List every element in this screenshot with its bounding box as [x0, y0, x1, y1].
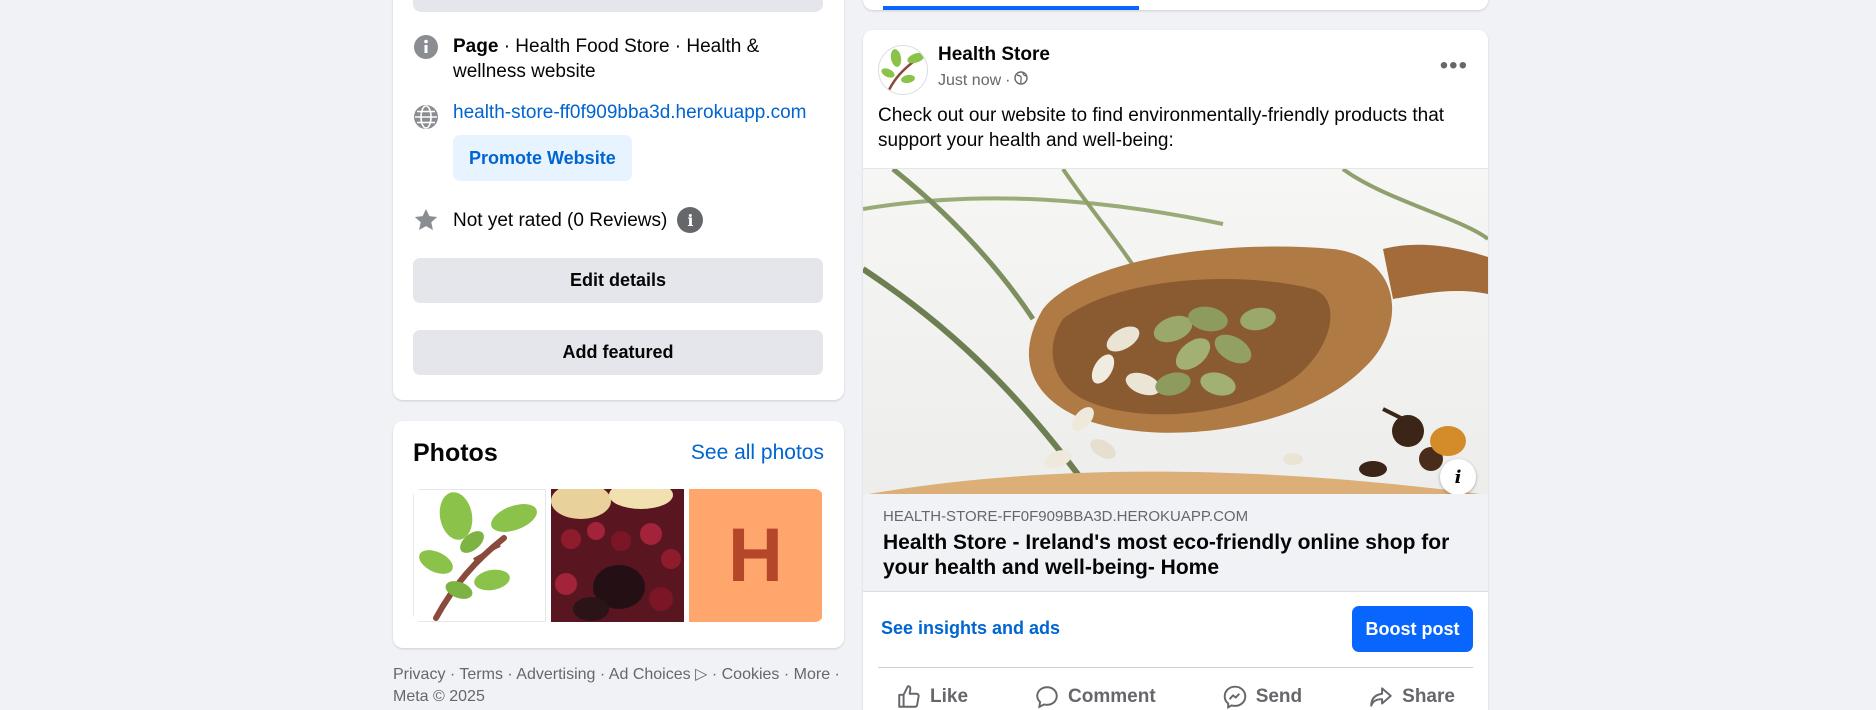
website-link[interactable]: health-store-ff0f909bba3d.herokuapp.com: [453, 100, 807, 125]
post-author[interactable]: Health Store: [938, 44, 1050, 66]
post-time[interactable]: Just now: [938, 72, 1001, 90]
comment-label: Comment: [1068, 686, 1156, 707]
boost-post-button[interactable]: Boost post: [1352, 606, 1473, 652]
footer-link-privacy[interactable]: Privacy: [393, 666, 445, 683]
see-insights-link[interactable]: See insights and ads: [881, 618, 1060, 639]
share-label: Share: [1402, 686, 1455, 707]
link-domain: HEALTH-STORE-FF0F909BBA3D.HEROKUAPP.COM: [883, 508, 1249, 525]
photo-thumb-dried-fruit[interactable]: [551, 489, 684, 622]
category-text: Page · Health Food Store · Health & well…: [453, 36, 760, 82]
rating-info-icon[interactable]: i: [677, 207, 704, 233]
post-meta: Just now ·: [938, 71, 1029, 90]
link-title[interactable]: Health Store - Ireland's most eco-friend…: [883, 530, 1463, 580]
send-button[interactable]: Send: [1222, 677, 1302, 710]
website-row: health-store-ff0f909bba3d.herokuapp.com: [413, 100, 823, 130]
intro-top-button-stub[interactable]: [413, 0, 823, 12]
photo-grid: H: [413, 489, 823, 622]
tab-strip-card: [863, 0, 1488, 10]
comment-button[interactable]: Comment: [1034, 677, 1156, 710]
like-label: Like: [930, 686, 969, 707]
post-card: Health Store Just now · ••• Check out ou…: [863, 30, 1488, 710]
share-icon: [1370, 687, 1392, 707]
see-all-photos-link[interactable]: See all photos: [691, 441, 824, 465]
actions-divider: [878, 667, 1473, 668]
post-actions: Like Comment Send Share: [863, 677, 1488, 710]
photo-thumb-leaf-logo[interactable]: [413, 489, 546, 622]
promote-website-button[interactable]: Promote Website: [453, 135, 632, 181]
author-avatar[interactable]: [878, 45, 928, 95]
rating-text: Not yet rated (0 Reviews): [453, 209, 668, 231]
meta-separator: ·: [1005, 71, 1011, 89]
photo-thumb-letter-h[interactable]: H: [689, 489, 822, 622]
ad-choices-icon: ▷: [695, 666, 708, 683]
intro-card: Page · Health Food Store · Health & well…: [393, 0, 844, 400]
footer-link-advertising[interactable]: Advertising: [516, 666, 595, 683]
globe-icon[interactable]: [1014, 71, 1029, 90]
thumb-letter: H: [728, 513, 783, 598]
image-info-icon[interactable]: i: [1440, 459, 1476, 494]
rating-row: Not yet rated (0 Reviews) i: [413, 207, 823, 233]
like-button[interactable]: Like: [896, 677, 968, 710]
page-footer: Privacy · Terms · Advertising · Ad Choic…: [393, 666, 840, 705]
comment-icon: [1036, 686, 1058, 709]
messenger-icon: [1223, 685, 1246, 709]
photos-title: Photos: [413, 439, 498, 467]
footer-link-terms[interactable]: Terms: [459, 666, 503, 683]
send-label: Send: [1255, 686, 1303, 707]
more-options-icon[interactable]: •••: [1440, 52, 1468, 80]
active-tab-indicator: [883, 6, 1139, 10]
footer-link-cookies[interactable]: Cookies: [722, 666, 780, 683]
photos-card: Photos See all photos H: [393, 421, 844, 648]
star-icon: [413, 207, 439, 233]
post-link-image[interactable]: i: [863, 168, 1488, 494]
like-icon: [898, 685, 920, 708]
copyright: Meta © 2025: [393, 688, 485, 705]
globe-icon: [413, 104, 439, 130]
link-preview[interactable]: HEALTH-STORE-FF0F909BBA3D.HEROKUAPP.COM …: [863, 494, 1488, 592]
footer-link-more[interactable]: More: [794, 666, 830, 683]
edit-details-button[interactable]: Edit details: [413, 258, 823, 303]
add-featured-button[interactable]: Add featured: [413, 330, 823, 375]
footer-link-ad-choices[interactable]: Ad Choices: [609, 666, 691, 683]
post-text: Check out our website to find environmen…: [878, 105, 1445, 151]
category-row: Page · Health Food Store · Health & well…: [413, 34, 823, 84]
info-icon: [413, 34, 439, 60]
share-button[interactable]: Share: [1368, 677, 1455, 710]
seeds-scoop-illustration: [863, 169, 1488, 494]
